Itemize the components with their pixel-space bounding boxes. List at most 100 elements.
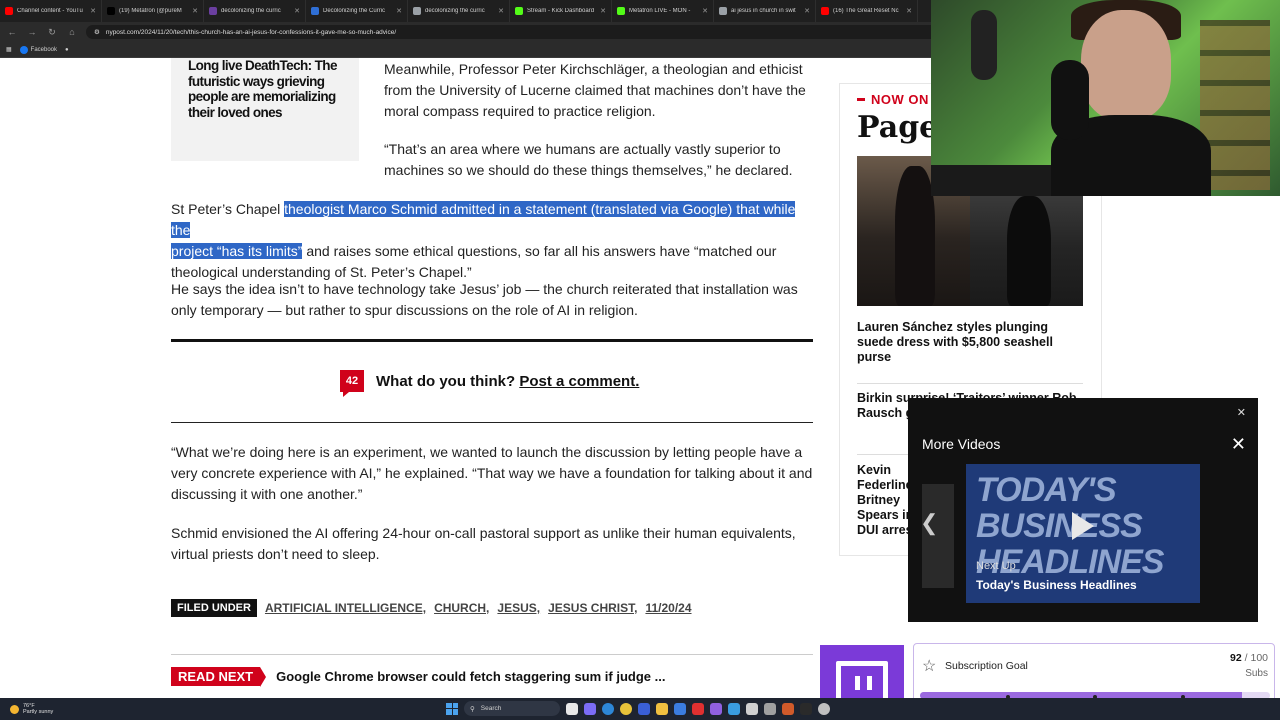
divider	[171, 654, 813, 655]
tab-title: (16) The Great Reset Nc	[833, 8, 899, 14]
bookmark-label: Facebook	[30, 46, 58, 53]
previous-thumbnail[interactable]	[922, 484, 954, 588]
browser-tab[interactable]: (19) Metatron (@pureM ✕	[102, 0, 204, 22]
close-icon[interactable]: ✕	[1231, 434, 1246, 455]
tab-close-icon[interactable]: ✕	[498, 7, 504, 15]
tab-favicon-icon	[209, 7, 217, 15]
post-comment-link[interactable]: Post a comment.	[519, 373, 639, 390]
chrome-icon[interactable]	[620, 702, 632, 715]
reload-icon[interactable]: ↻	[46, 27, 58, 38]
tab-close-icon[interactable]: ✕	[396, 7, 402, 15]
tab-close-icon[interactable]: ✕	[804, 7, 810, 15]
tab-favicon-icon	[5, 7, 13, 15]
screen: Channel content - YouTu ✕ (19) Metatron (@…	[0, 0, 1280, 720]
apps-icon[interactable]: ▦	[6, 46, 12, 53]
goal-unit: Subs	[1245, 668, 1268, 679]
tag-link[interactable]: ARTIFICIAL INTELLIGENCE,	[265, 601, 426, 615]
browser-tab[interactable]: decolonizing the curric ✕	[204, 0, 306, 22]
streamer-face	[1081, 10, 1171, 120]
browser-tab[interactable]: (16) The Great Reset Nc ✕	[816, 0, 918, 22]
tab-close-icon[interactable]: ✕	[192, 7, 198, 15]
tab-favicon-icon	[515, 7, 523, 15]
comment-question: What do you think?	[376, 372, 516, 390]
tab-close-icon[interactable]: ✕	[600, 7, 606, 15]
app-icon[interactable]	[710, 702, 722, 715]
browser-tab[interactable]: Channel content - YouTu ✕	[0, 0, 102, 22]
comment-prompt: What do you think? Post a comment.	[376, 373, 639, 390]
divider	[857, 383, 1083, 384]
tag-link[interactable]: JESUS,	[497, 601, 540, 615]
app-icon[interactable]	[728, 702, 740, 715]
home-icon[interactable]: ⌂	[66, 27, 78, 37]
next-up-label: Next Up	[976, 560, 1016, 572]
highlighted-text-2: project “has its limits”	[171, 243, 303, 259]
app-icon[interactable]	[782, 702, 794, 715]
thumb-text: BUSINESS	[976, 507, 1143, 545]
play-icon[interactable]	[1072, 512, 1094, 540]
app-icon[interactable]	[746, 702, 758, 715]
paragraph-2: “That’s an area where we humans are actu…	[384, 141, 793, 178]
bookmark-facebook[interactable]: Facebook	[19, 45, 58, 54]
forward-icon[interactable]: →	[26, 27, 38, 37]
read-next-title[interactable]: Google Chrome browser could fetch stagge…	[276, 669, 665, 684]
weather-widget[interactable]: 76°F Partly sunny	[0, 703, 53, 716]
page-six-logo[interactable]: Page	[857, 110, 938, 145]
tab-close-icon[interactable]: ✕	[294, 7, 300, 15]
app-icon[interactable]	[818, 702, 830, 715]
divider	[171, 422, 813, 423]
date-link[interactable]: 11/20/24	[645, 601, 691, 615]
back-icon[interactable]: ←	[6, 27, 18, 37]
goal-label: Subscription Goal	[945, 660, 1028, 672]
headphones	[971, 10, 997, 80]
app-icon[interactable]	[638, 702, 650, 715]
chevron-left-icon[interactable]: ❮	[920, 510, 938, 536]
browser-tab[interactable]: Metatron LIVE - MON - ✕	[612, 0, 714, 22]
star-icon: ☆	[922, 658, 937, 675]
edge-icon[interactable]	[602, 702, 614, 715]
close-icon[interactable]: ✕	[1237, 406, 1246, 419]
accent-bar	[857, 98, 865, 101]
browser-tab[interactable]: ai jesus in church in swit ✕	[714, 0, 816, 22]
photo-figure	[895, 166, 935, 306]
app-icon[interactable]	[764, 702, 776, 715]
tab-close-icon[interactable]: ✕	[702, 7, 708, 15]
app-icon[interactable]	[584, 702, 596, 715]
windows-start-icon[interactable]	[446, 702, 458, 715]
twitch-bar	[867, 676, 872, 690]
tag-link[interactable]: JESUS CHRIST,	[548, 601, 637, 615]
goal-count: 92 / 100	[1230, 652, 1268, 664]
task-view-icon[interactable]	[566, 702, 578, 715]
comments-cta: 42 What do you think? Post a comment.	[340, 370, 639, 397]
paragraph-6: Schmid envisioned the AI offering 24-hou…	[171, 525, 796, 562]
tab-title: Channel content - YouTu	[17, 8, 83, 14]
app-icon[interactable]	[800, 702, 812, 715]
paragraph-1: Meanwhile, Professor Peter Kirchschläger…	[384, 61, 806, 119]
tab-close-icon[interactable]: ✕	[90, 7, 96, 15]
now-on-label: NOW ON	[871, 92, 929, 107]
url-field[interactable]: ⚙ nypost.com/2024/11/20/tech/this-church…	[86, 25, 986, 39]
globe-icon[interactable]: ●	[65, 47, 69, 53]
search-icon: ⚲	[470, 705, 475, 713]
comment-count-badge[interactable]: 42	[340, 370, 364, 397]
tab-close-icon[interactable]: ✕	[906, 7, 912, 15]
read-next[interactable]: READ NEXT Google Chrome browser could fe…	[171, 667, 665, 687]
browser-tab[interactable]: Decolonizing the Curric ✕	[306, 0, 408, 22]
rail-story-1[interactable]: Lauren Sánchez styles plunging suede dre…	[857, 320, 1067, 365]
browser-tab[interactable]: decolonizing the curric ✕	[408, 0, 510, 22]
video-thumbnail[interactable]: TODAY'S BUSINESS HEADLINES Next Up Today…	[966, 464, 1200, 603]
tab-title: decolonizing the curric	[425, 8, 485, 14]
tab-favicon-icon	[413, 7, 421, 15]
related-story-title[interactable]: Long live DeathTech: The futuristic ways…	[188, 58, 347, 120]
browser-tab[interactable]: Stream - Kick Dashboard ✕	[510, 0, 612, 22]
tab-title: (19) Metatron (@pureM	[119, 8, 182, 14]
filed-under-label: FILED UNDER	[171, 599, 257, 617]
youtube-icon[interactable]	[692, 702, 704, 715]
site-info-icon[interactable]: ⚙	[94, 28, 100, 36]
related-story-box[interactable]: Long live DeathTech: The futuristic ways…	[171, 58, 359, 161]
mail-icon[interactable]	[674, 702, 686, 715]
tab-favicon-icon	[719, 7, 727, 15]
tag-link[interactable]: CHURCH,	[434, 601, 489, 615]
taskbar-search[interactable]: ⚲ Search	[464, 701, 560, 716]
windows-taskbar: 76°F Partly sunny ⚲ Search	[0, 698, 1280, 720]
folder-icon[interactable]	[656, 702, 668, 715]
